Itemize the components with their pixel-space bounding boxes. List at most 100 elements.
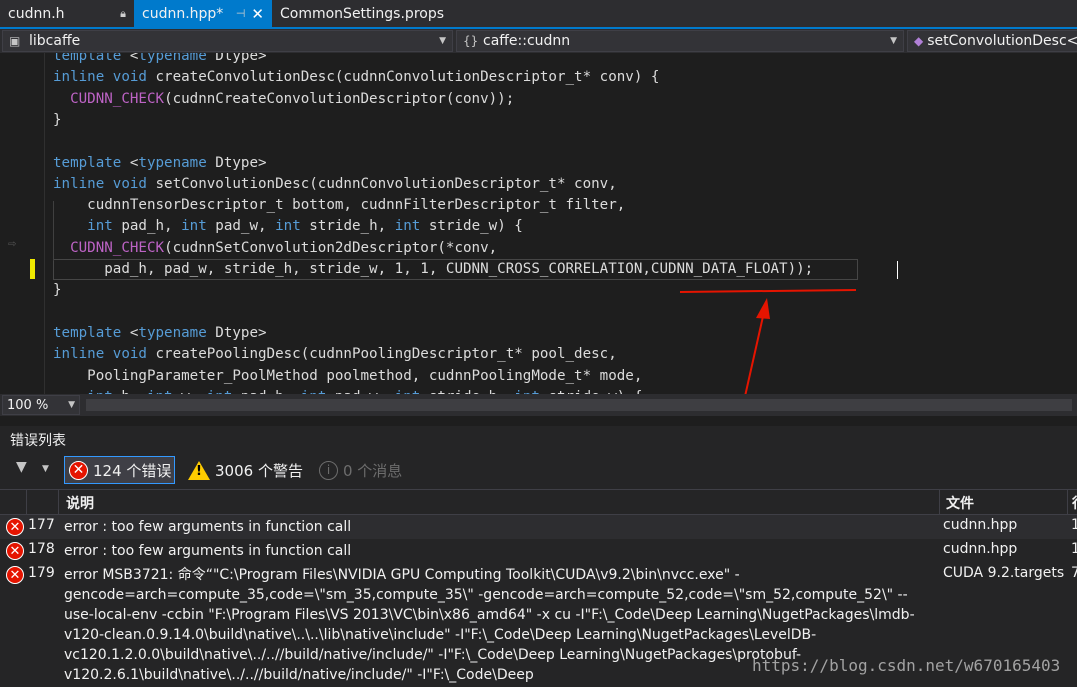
project-label: libcaffe — [29, 33, 81, 49]
code-area[interactable]: template <typename Dtype> inline void cre… — [44, 53, 1077, 394]
watermark: https://blog.csdn.net/w670165403 — [752, 656, 1061, 675]
code-token: int — [87, 218, 113, 235]
code-token: typename — [138, 53, 207, 64]
column-separator — [1067, 490, 1068, 514]
code-line[interactable]: inline void setConvolutionDesc(cudnnConv… — [53, 174, 617, 195]
chevron-down-icon[interactable]: ▼ — [42, 464, 49, 474]
tab-label: cudnn.hpp* — [142, 5, 224, 22]
row-file: CUDA 9.2.targets — [943, 565, 1065, 581]
code-line[interactable]: cudnnTensorDescriptor_t bottom, cudnnFil… — [53, 195, 625, 216]
change-marker — [30, 259, 35, 279]
document-tab-bar: cudnn.h 🔒︎ cudnn.hpp* ⊣ ✕ CommonSettings… — [0, 0, 1077, 29]
code-line[interactable]: template <typename Dtype> — [53, 323, 267, 344]
code-token: int — [394, 218, 421, 235]
code-token: pad_h, — [112, 218, 182, 235]
error-icon: ✕ — [6, 542, 24, 560]
navigation-bar: ▣ libcaffe ▼ {} caffe::cudnn ▼ ◆ setConv… — [0, 29, 1077, 53]
scope-dropdown[interactable]: {} caffe::cudnn ▼ — [456, 30, 904, 52]
code-token: cudnnTensorDescriptor_t bottom, cudnnFil… — [53, 197, 626, 214]
code-token: CUDNN_CHECK — [70, 90, 165, 107]
code-line[interactable]: } — [53, 110, 62, 131]
code-token: template — [53, 53, 130, 64]
code-token: template — [53, 324, 130, 341]
method-icon: ◆ — [914, 34, 924, 48]
close-icon[interactable]: ✕ — [251, 5, 264, 23]
panel-splitter[interactable] — [0, 416, 1077, 426]
row-line: 1 — [1071, 517, 1077, 533]
row-number: 177 — [28, 517, 55, 533]
code-token: pad_h, pad_w, stride_h, stride_w, 1, 1, … — [53, 261, 814, 277]
horizontal-scrollbar[interactable] — [86, 399, 1072, 411]
code-token: } — [53, 282, 62, 299]
warning-icon: ! — [188, 460, 210, 480]
code-token: inline void — [53, 346, 156, 363]
code-token: PoolingParameter_PoolMethod poolmethod, … — [53, 367, 643, 384]
row-line: 7 — [1071, 565, 1077, 581]
namespace-icon: {} — [463, 34, 479, 48]
code-token: int — [181, 218, 207, 235]
column-separator — [26, 490, 27, 514]
code-token: typename — [138, 324, 207, 341]
error-list-header: 说明 文件 行 — [0, 489, 1077, 515]
row-file: cudnn.hpp — [943, 541, 1018, 557]
code-token: int — [275, 218, 301, 235]
project-icon: ▣ — [9, 34, 21, 48]
tab-cudnn-h[interactable]: cudnn.h 🔒︎ — [0, 0, 134, 27]
code-line[interactable]: template <typename Dtype> — [53, 53, 267, 67]
tab-cudnn-hpp[interactable]: cudnn.hpp* ⊣ ✕ — [134, 0, 272, 27]
chevron-down-icon: ▼ — [68, 400, 75, 410]
tab-label: CommonSettings.props — [280, 5, 445, 22]
code-token: stride_h, — [300, 218, 395, 235]
errors-toggle-button[interactable]: ✕ 124 个错误 — [64, 456, 175, 484]
code-token: template — [53, 154, 130, 171]
chevron-down-icon: ▼ — [439, 36, 446, 46]
code-line[interactable]: inline void createConvolutionDesc(cudnnC… — [53, 67, 659, 88]
error-icon: ✕ — [6, 518, 24, 536]
tab-commonsettings-props[interactable]: CommonSettings.props — [272, 0, 472, 27]
zoom-dropdown[interactable]: 100 % ▼ — [2, 395, 80, 415]
editor-margin: ⇨ — [0, 53, 44, 394]
row-line: 1 — [1071, 541, 1077, 557]
code-token: CUDNN_CHECK — [70, 239, 165, 256]
filter-icon[interactable]: ▼ — [16, 459, 27, 475]
code-line[interactable]: CUDNN_CHECK(cudnnCreateConvolutionDescri… — [53, 89, 514, 110]
row-description: error : too few arguments in function ca… — [64, 519, 352, 535]
member-dropdown[interactable]: ◆ setConvolutionDesc<D — [907, 30, 1077, 52]
breakpoint-arrow-icon: ⇨ — [8, 239, 17, 250]
code-token: createPoolingDesc(cudnnPoolingDescriptor… — [155, 346, 617, 363]
column-header-file[interactable]: 文件 — [946, 493, 974, 513]
code-token: inline void — [53, 175, 156, 192]
project-dropdown[interactable]: ▣ libcaffe ▼ — [2, 30, 453, 52]
code-line[interactable]: CUDNN_CHECK(cudnnSetConvolution2dDescrip… — [53, 238, 497, 259]
code-line[interactable]: template <typename Dtype> — [53, 153, 267, 174]
code-token: } — [53, 111, 62, 128]
code-token: Dtype> — [206, 53, 267, 64]
code-line[interactable]: int h, int w, int pad_h, int pad_w, int … — [53, 387, 642, 394]
error-icon: ✕ — [6, 566, 24, 584]
row-description: error : too few arguments in function ca… — [64, 543, 352, 559]
row-file: cudnn.hpp — [943, 517, 1018, 533]
scope-label: caffe::cudnn — [483, 33, 571, 49]
text-caret — [897, 261, 898, 279]
pin-icon[interactable]: ⊣ — [236, 7, 246, 20]
table-row[interactable]: ✕ 178 error : too few arguments in funct… — [0, 539, 1077, 563]
code-line[interactable]: int pad_h, int pad_w, int stride_h, int … — [53, 216, 523, 237]
code-token: typename — [138, 154, 207, 171]
column-header-line[interactable]: 行 — [1072, 493, 1077, 513]
code-line[interactable]: pad_h, pad_w, stride_h, stride_w, 1, 1, … — [53, 259, 813, 280]
code-line[interactable]: } — [53, 280, 62, 301]
table-row[interactable]: ✕ 177 error : too few arguments in funct… — [0, 515, 1077, 539]
editor-status-strip: 100 % ▼ — [0, 394, 1077, 416]
messages-count-label: 0 个消息 — [343, 461, 403, 480]
code-token: Dtype> — [206, 324, 267, 341]
code-line[interactable]: inline void createPoolingDesc(cudnnPooli… — [53, 344, 617, 365]
column-header-description[interactable]: 说明 — [66, 493, 94, 513]
code-line[interactable]: PoolingParameter_PoolMethod poolmethod, … — [53, 366, 642, 387]
code-editor[interactable]: ⇨ template <typename Dtype> inline void c… — [0, 53, 1077, 394]
warnings-toggle-button[interactable]: ! 3006 个警告 — [188, 456, 303, 484]
column-separator — [939, 490, 940, 514]
messages-toggle-button[interactable]: i 0 个消息 — [319, 456, 402, 484]
